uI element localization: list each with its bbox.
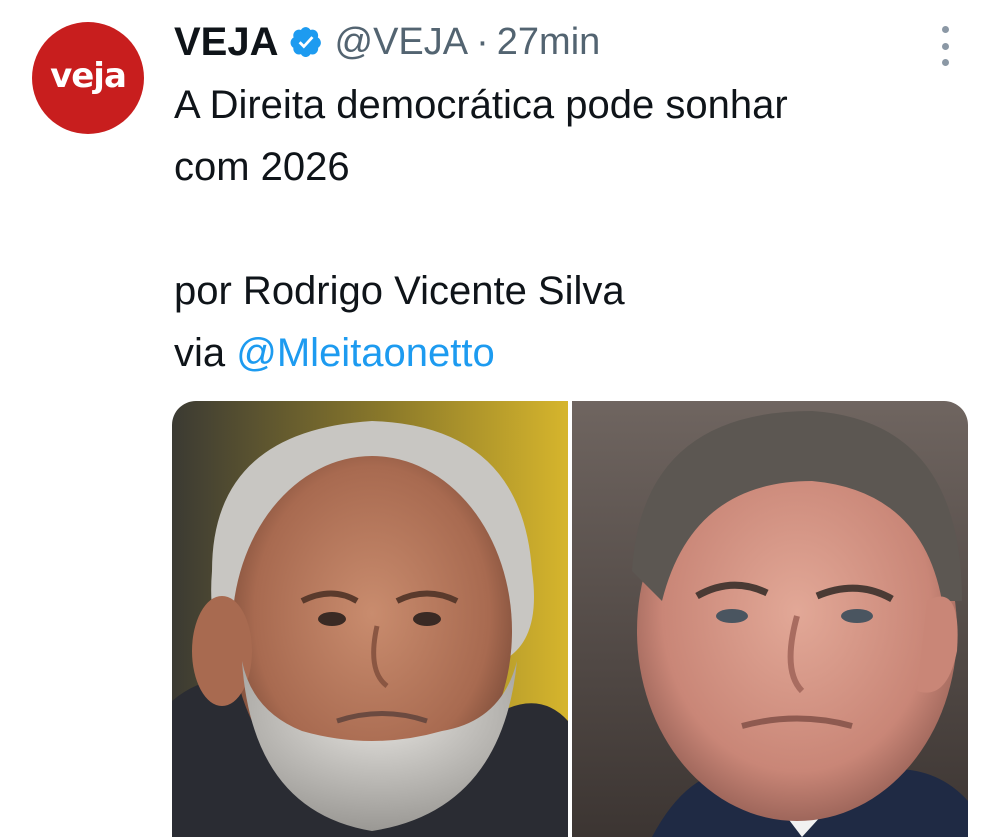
portrait-photo-left	[172, 401, 568, 837]
more-options-icon[interactable]	[930, 26, 960, 66]
tweet-text-line: A Direita democrática pode sonhar	[174, 83, 788, 127]
tweet-timestamp[interactable]: 27min	[497, 21, 601, 64]
more-dot	[941, 59, 949, 66]
tweet-text-via-line: via @Mleitaonetto	[174, 322, 974, 384]
mention-link[interactable]: @Mleitaonetto	[236, 331, 495, 375]
more-dot	[941, 26, 949, 33]
portrait-photo-right	[572, 401, 968, 837]
tweet-text-line: por Rodrigo Vicente Silva	[174, 269, 625, 313]
tweet-header: VEJA @VEJA · 27min	[174, 14, 600, 70]
tweet-text-line: com 2026	[174, 145, 350, 189]
author-display-name[interactable]: VEJA	[174, 20, 279, 65]
header-separator: ·	[476, 20, 489, 63]
avatar-logo-text: veja	[50, 56, 127, 96]
author-avatar[interactable]: veja	[32, 22, 144, 134]
media-photo-right[interactable]	[572, 401, 968, 837]
tweet-card[interactable]: veja VEJA @VEJA · 27min A Direita democr…	[0, 0, 1000, 837]
verified-badge-icon	[290, 27, 321, 58]
tweet-media[interactable]	[172, 401, 968, 837]
author-handle[interactable]: @VEJA	[335, 21, 469, 64]
via-text: via	[174, 331, 237, 375]
tweet-text: A Direita democrática pode sonhar com 20…	[174, 74, 974, 384]
media-photo-left[interactable]	[172, 401, 568, 837]
more-dot	[941, 42, 949, 50]
